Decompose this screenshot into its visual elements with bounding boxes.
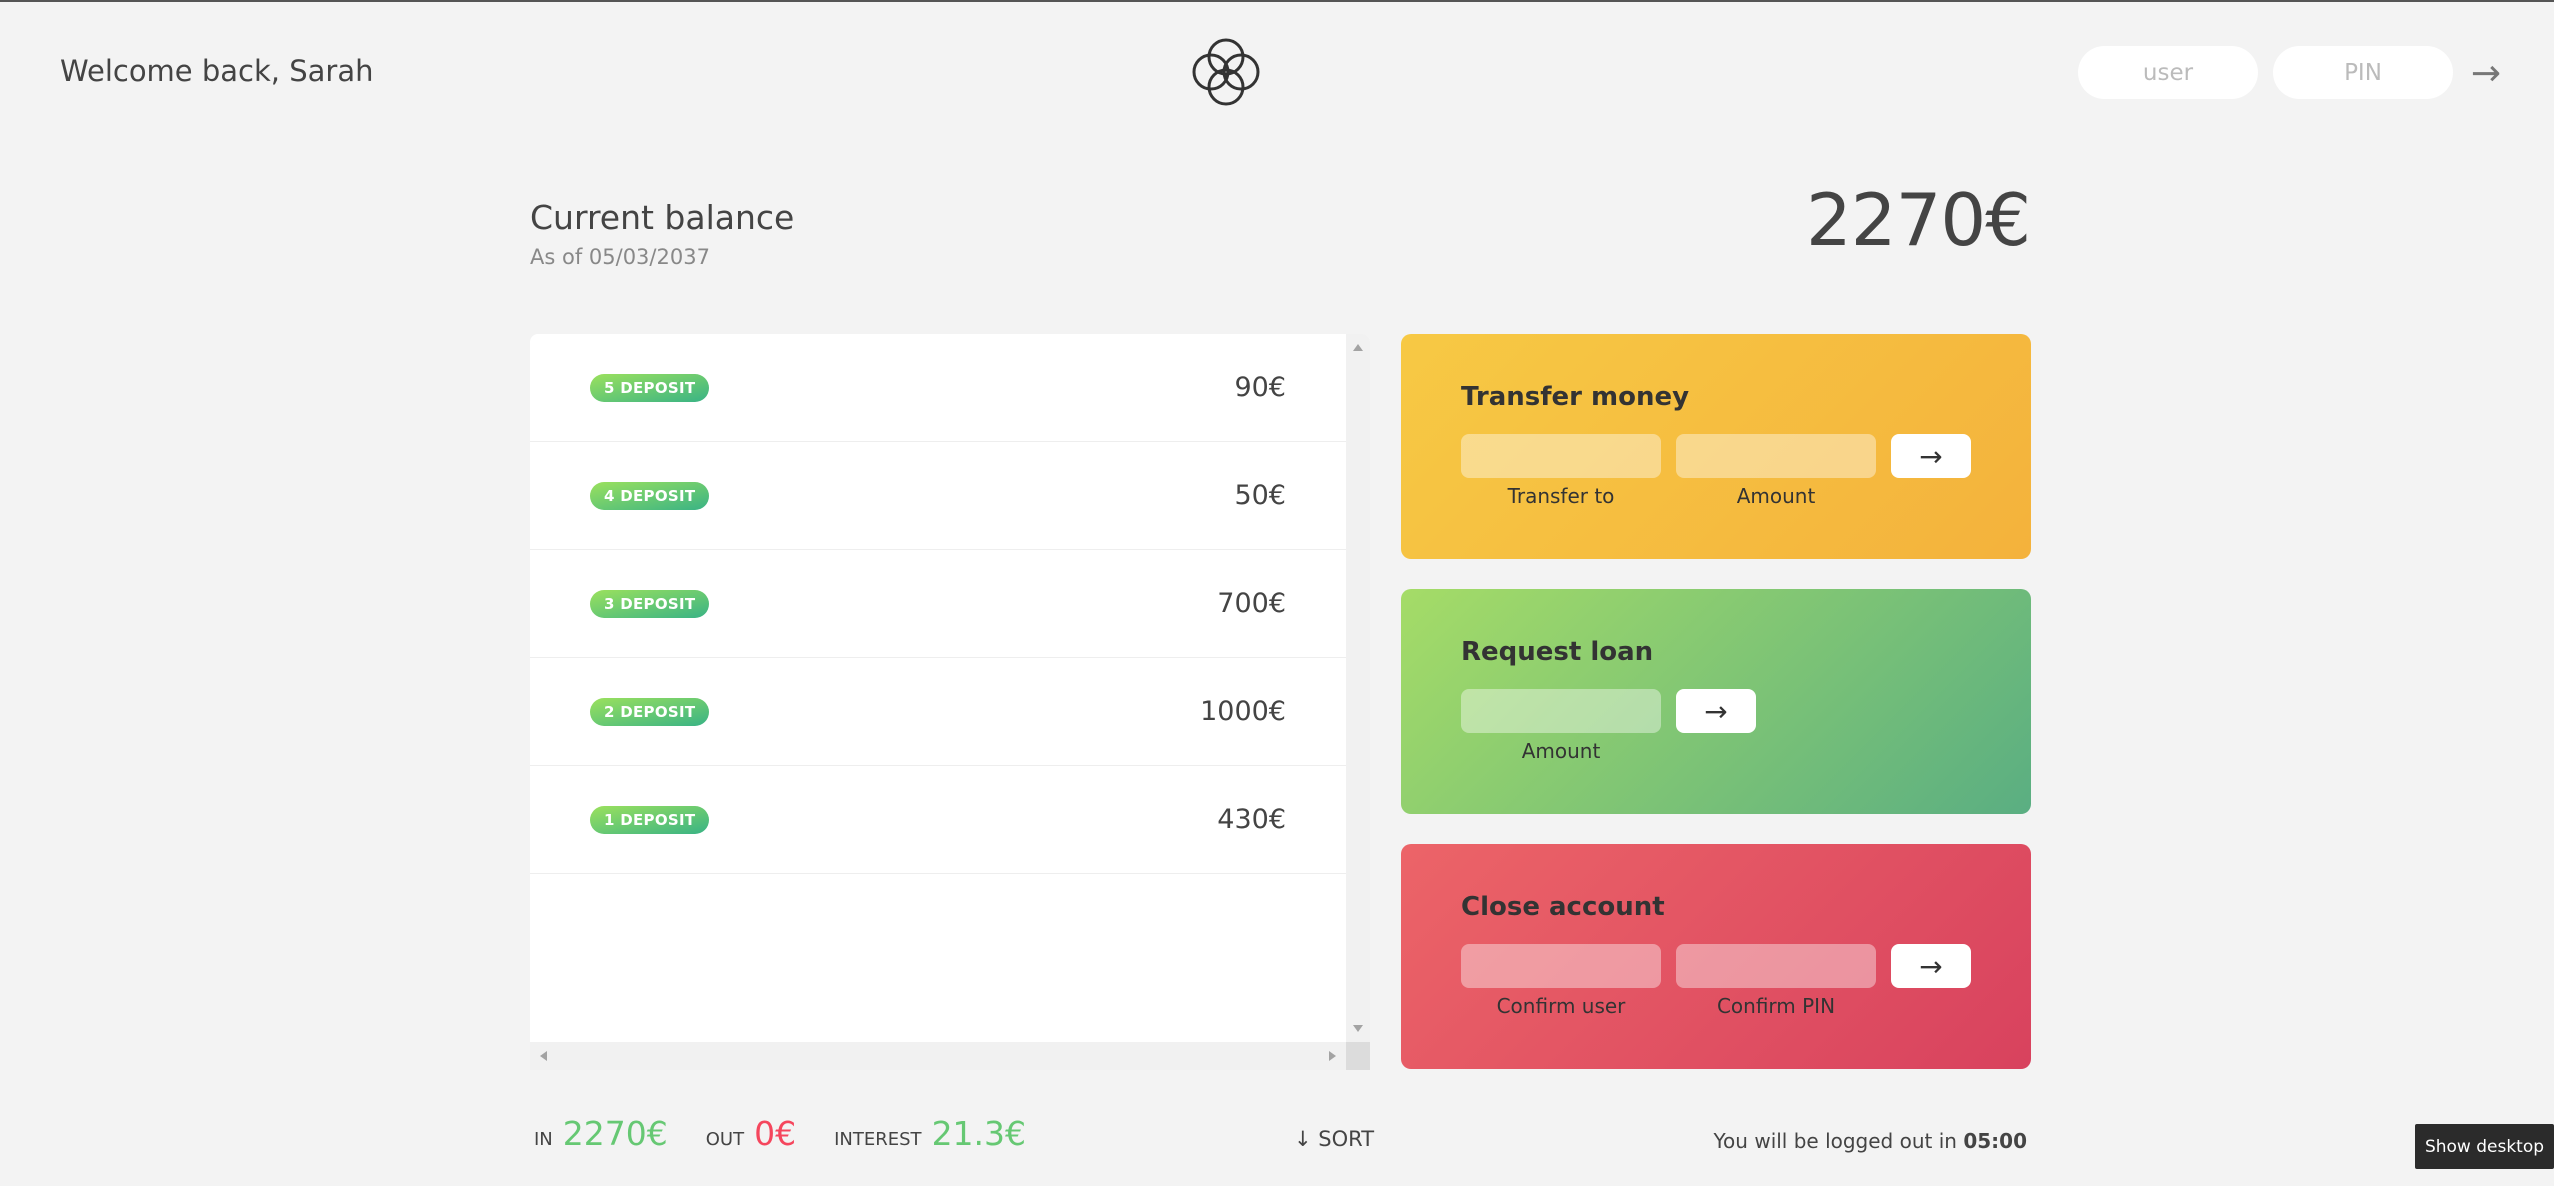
- movement-type-badge: 2 DEPOSIT: [590, 697, 710, 726]
- movement-row: 4 DEPOSIT 50€: [530, 442, 1346, 550]
- summary-in-label: In: [534, 1129, 553, 1150]
- transfer-form: → Transfer to Amount: [1461, 434, 1971, 524]
- scroll-left-arrow-icon[interactable]: [540, 1051, 547, 1061]
- welcome-message: Welcome back, Sarah: [60, 54, 374, 88]
- transfer-title: Transfer money: [1461, 382, 1690, 412]
- movement-type-badge: 5 DEPOSIT: [590, 373, 710, 402]
- movement-value: 700€: [1217, 588, 1286, 619]
- movement-row: 2 DEPOSIT 1000€: [530, 658, 1346, 766]
- movements-list: 5 DEPOSIT 90€ 4 DEPOSIT 50€ 3 DEPOSIT 70…: [530, 334, 1346, 1042]
- login-pin-input[interactable]: [2273, 46, 2453, 99]
- movements-panel[interactable]: 5 DEPOSIT 90€ 4 DEPOSIT 50€ 3 DEPOSIT 70…: [530, 334, 1370, 1070]
- scroll-up-arrow-icon[interactable]: [1353, 344, 1363, 351]
- loan-amount-input[interactable]: [1461, 689, 1661, 733]
- summary-interest-label: Interest: [834, 1129, 922, 1150]
- close-submit-button[interactable]: →: [1891, 944, 1971, 988]
- bankist-logo-icon: [1192, 38, 1260, 106]
- movement-row: 5 DEPOSIT 90€: [530, 334, 1346, 442]
- loan-form: → Amount: [1461, 689, 1971, 779]
- summary-out-value: 0€: [754, 1114, 797, 1153]
- scroll-right-arrow-icon[interactable]: [1329, 1051, 1336, 1061]
- close-user-label: Confirm user: [1496, 994, 1626, 1018]
- transfer-amount-input[interactable]: [1676, 434, 1876, 478]
- movement-value: 50€: [1234, 480, 1286, 511]
- logout-timer-time: 05:00: [1963, 1129, 2027, 1153]
- close-user-input[interactable]: [1461, 944, 1661, 988]
- top-nav: Welcome back, Sarah →: [0, 2, 2554, 142]
- movement-row: 1 DEPOSIT 430€: [530, 766, 1346, 874]
- request-loan-card: Request loan → Amount: [1401, 589, 2031, 814]
- movement-type-badge: 1 DEPOSIT: [590, 805, 710, 834]
- close-pin-label: Confirm PIN: [1716, 994, 1836, 1018]
- show-desktop-tooltip[interactable]: Show desktop: [2415, 1124, 2554, 1169]
- movement-value: 90€: [1234, 372, 1286, 403]
- balance-date: As of 05/03/2037: [530, 245, 710, 269]
- scroll-down-arrow-icon[interactable]: [1353, 1025, 1363, 1032]
- close-pin-input[interactable]: [1676, 944, 1876, 988]
- logout-timer-text: You will be logged out in: [1713, 1129, 1964, 1153]
- balance-value: 2270€: [1805, 178, 2031, 262]
- sort-button[interactable]: ↓ SORT: [1294, 1127, 1374, 1151]
- loan-amount-label: Amount: [1521, 739, 1601, 763]
- summary-bar: In 2270€ Out 0€ Interest 21.3€: [534, 1114, 1064, 1164]
- loan-title: Request loan: [1461, 637, 1654, 667]
- login-button[interactable]: →: [2462, 50, 2510, 96]
- transfer-to-label: Transfer to: [1507, 484, 1615, 508]
- summary-in-value: 2270€: [562, 1114, 668, 1153]
- loan-submit-button[interactable]: →: [1676, 689, 1756, 733]
- movement-type-badge: 3 DEPOSIT: [590, 589, 710, 618]
- movement-row: 3 DEPOSIT 700€: [530, 550, 1346, 658]
- logout-timer: You will be logged out in 05:00: [1714, 1129, 2028, 1153]
- scrollbar-corner: [1346, 1042, 1370, 1070]
- vertical-scrollbar[interactable]: [1346, 334, 1370, 1042]
- movement-value: 1000€: [1200, 696, 1286, 727]
- close-title: Close account: [1461, 892, 1665, 922]
- summary-out-label: Out: [705, 1129, 745, 1150]
- summary-interest-value: 21.3€: [931, 1114, 1027, 1153]
- horizontal-scrollbar[interactable]: [530, 1042, 1346, 1070]
- login-user-input[interactable]: [2078, 46, 2258, 99]
- movement-type-badge: 4 DEPOSIT: [590, 481, 710, 510]
- movement-value: 430€: [1217, 804, 1286, 835]
- transfer-to-input[interactable]: [1461, 434, 1661, 478]
- close-form: → Confirm user Confirm PIN: [1461, 944, 1971, 1034]
- balance-label: Current balance: [530, 198, 795, 237]
- close-account-card: Close account → Confirm user Confirm PIN: [1401, 844, 2031, 1069]
- transfer-submit-button[interactable]: →: [1891, 434, 1971, 478]
- transfer-amount-label: Amount: [1736, 484, 1816, 508]
- transfer-money-card: Transfer money → Transfer to Amount: [1401, 334, 2031, 559]
